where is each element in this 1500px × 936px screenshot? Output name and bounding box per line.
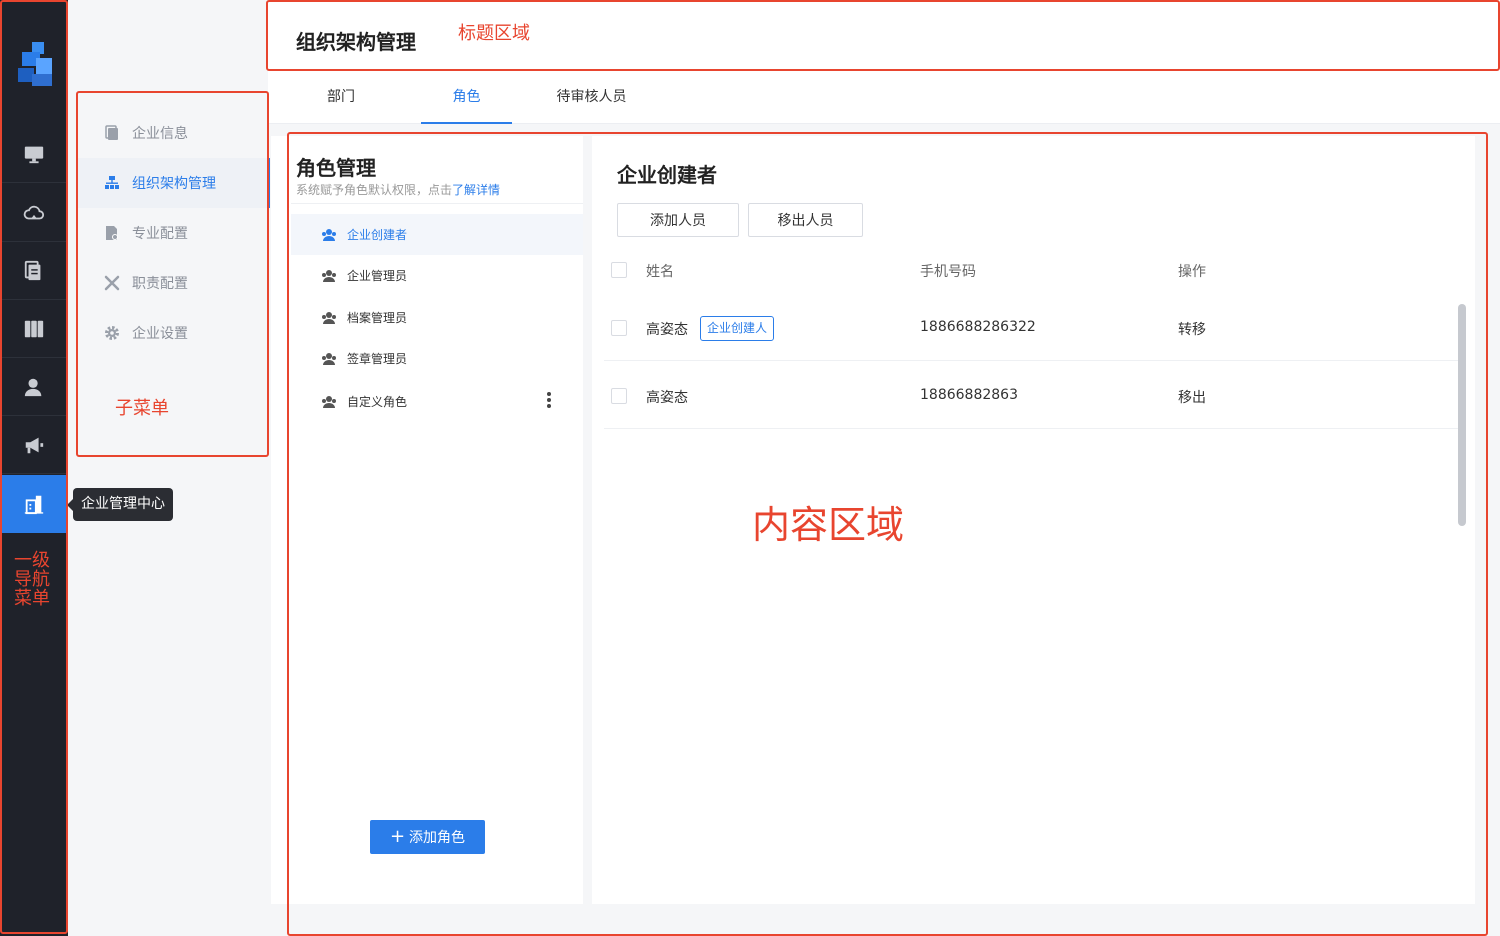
role-panel-desc: 系统赋予角色默认权限，点击了解详情 [296, 181, 500, 198]
member-phone: 18866882863 [920, 387, 1018, 403]
tab-pending-review[interactable]: 待审核人员 [544, 72, 639, 124]
role-item-label: 自定义角色 [347, 395, 408, 409]
detail-title: 企业创建者 [617, 163, 717, 187]
annotation-label-title-area: 标题区域 [458, 23, 530, 44]
role-item-archive-admin[interactable]: 档案管理员 [291, 297, 583, 338]
file-gear-icon [106, 226, 118, 240]
users-icon [322, 269, 336, 282]
divider [291, 203, 583, 204]
role-item-creator[interactable]: 企业创建者 [291, 214, 583, 255]
annotation-label-submenu: 子菜单 [115, 398, 169, 419]
remove-member-button[interactable]: 移出人员 [748, 203, 863, 237]
submenu-item-duty-config[interactable]: 职责配置 [78, 258, 270, 308]
submenu-item-label: 职责配置 [132, 276, 188, 292]
page-header: 组织架构管理 [268, 0, 1500, 72]
submenu: 企业信息 组织架构管理 专业配置 职责配置 企业设置 [78, 90, 270, 455]
logo-icon [18, 42, 52, 86]
role-item-label: 企业管理员 [347, 269, 408, 283]
role-desc-text: 系统赋予角色默认权限，点击 [296, 183, 453, 197]
add-role-button[interactable]: + 添加角色 [370, 820, 485, 854]
user-icon [24, 378, 42, 396]
nav-tooltip: 企业管理中心 [67, 488, 173, 521]
monitor-icon [24, 146, 44, 163]
primary-nav [0, 0, 68, 936]
submenu-item-company-settings[interactable]: 企业设置 [78, 308, 270, 358]
plus-icon: + [389, 826, 406, 847]
submenu-item-label: 企业信息 [132, 126, 188, 142]
submenu-item-org-structure[interactable]: 组织架构管理 [78, 158, 270, 208]
nav-item-monitor[interactable] [0, 125, 68, 183]
org-chart-icon [105, 176, 119, 189]
select-all-checkbox[interactable] [611, 262, 627, 278]
nav-item-cloud[interactable] [0, 184, 68, 242]
more-options-button[interactable] [537, 388, 561, 412]
users-icon [322, 352, 336, 365]
tab-role[interactable]: 角色 [421, 72, 512, 124]
role-item-seal-admin[interactable]: 签章管理员 [291, 338, 583, 379]
member-name: 高姿态 [646, 322, 688, 338]
submenu-item-label: 组织架构管理 [132, 176, 216, 192]
submenu-item-company-info[interactable]: 企业信息 [78, 108, 270, 158]
books-icon [24, 320, 44, 337]
nav-item-building[interactable] [0, 475, 68, 533]
users-icon [322, 395, 336, 408]
role-item-label: 签章管理员 [347, 352, 408, 366]
tools-icon [104, 275, 120, 291]
megaphone-icon [25, 437, 44, 453]
member-phone: 1886688286322 [920, 319, 1036, 335]
role-item-label: 档案管理员 [347, 311, 408, 325]
remove-link[interactable]: 移出 [1178, 387, 1206, 407]
member-name: 高姿态 [646, 390, 688, 406]
tab-bar: 部门 角色 待审核人员 [268, 72, 1500, 124]
row-divider [604, 360, 1460, 361]
creator-badge: 企业创建人 [700, 316, 775, 341]
row-divider [604, 428, 1460, 429]
submenu-item-label: 企业设置 [132, 326, 188, 342]
annotation-label-content-area: 内容区域 [752, 503, 905, 547]
column-header-action: 操作 [1178, 264, 1206, 280]
nav-item-books[interactable] [0, 300, 68, 358]
submenu-item-profession-config[interactable]: 专业配置 [78, 208, 270, 258]
users-icon [322, 228, 336, 241]
role-item-admin[interactable]: 企业管理员 [291, 255, 583, 296]
building-icon [24, 495, 44, 515]
submenu-item-label: 专业配置 [132, 226, 188, 242]
more-vertical-icon [547, 392, 551, 408]
nav-item-user[interactable] [0, 358, 68, 416]
users-icon [322, 311, 336, 324]
nav-item-document[interactable] [0, 242, 68, 300]
nav-item-megaphone[interactable] [0, 416, 68, 474]
tab-department[interactable]: 部门 [296, 72, 386, 124]
column-header-phone: 手机号码 [920, 264, 976, 280]
page-title: 组织架构管理 [296, 30, 416, 54]
document-icon [24, 260, 41, 280]
column-header-name: 姓名 [646, 264, 674, 280]
row-checkbox[interactable] [611, 320, 627, 336]
cloud-icon [23, 205, 45, 219]
scrollbar[interactable] [1458, 304, 1466, 526]
details-link[interactable]: 了解详情 [452, 183, 500, 197]
add-member-button[interactable]: 添加人员 [617, 203, 739, 237]
annotation-label-primary-nav: 一级 导航 菜单 [14, 550, 50, 609]
transfer-link[interactable]: 转移 [1178, 319, 1206, 339]
role-detail-panel: 企业创建者 添加人员 移出人员 姓名 手机号码 操作 高姿态 企业创建人 188… [592, 136, 1475, 904]
document-icon [105, 125, 118, 140]
role-panel: 角色管理 系统赋予角色默认权限，点击了解详情 企业创建者 企业管理员 档案管理员… [271, 136, 583, 904]
row-checkbox[interactable] [611, 388, 627, 404]
role-panel-title: 角色管理 [296, 156, 376, 180]
add-role-label: 添加角色 [409, 830, 466, 846]
role-item-label: 企业创建者 [347, 228, 408, 242]
gear-icon [105, 326, 119, 340]
